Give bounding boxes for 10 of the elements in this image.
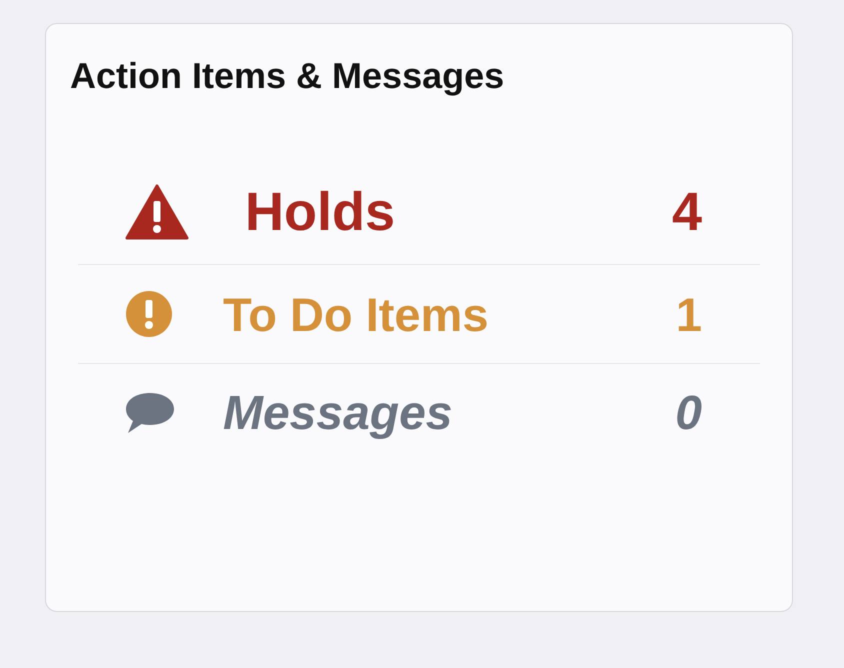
- item-label[interactable]: To Do Items: [223, 286, 642, 342]
- item-count: 1: [674, 286, 702, 342]
- warning-icon: [125, 184, 189, 240]
- card-title: Action Items & Messages: [70, 54, 506, 98]
- item-count: 4: [670, 181, 702, 243]
- chat-icon: [125, 392, 175, 434]
- exclamation-icon: [125, 290, 173, 338]
- item-label[interactable]: Messages: [223, 386, 642, 440]
- item-count: 0: [674, 386, 702, 440]
- item-label[interactable]: Holds: [245, 181, 642, 243]
